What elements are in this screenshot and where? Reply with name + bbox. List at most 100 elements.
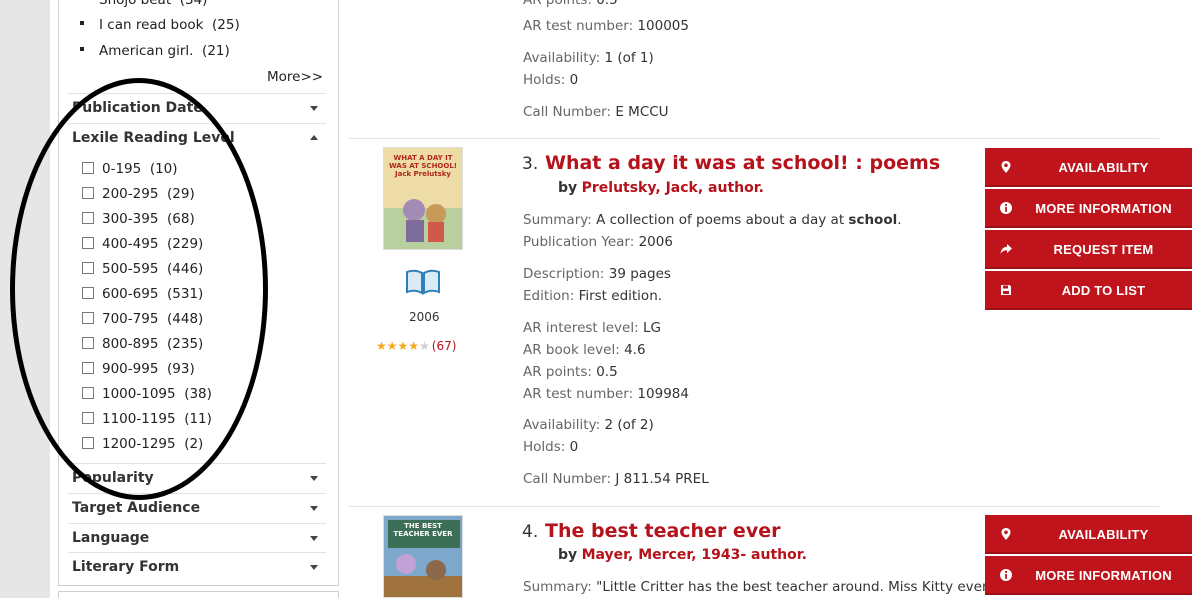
call-number: Call Number: J 811.54 PREL bbox=[523, 471, 709, 487]
caret-down-icon bbox=[310, 536, 318, 541]
holds-count: Holds: 0 bbox=[523, 72, 579, 88]
lexile-level-option[interactable]: 300-395 (68) bbox=[82, 210, 195, 228]
facet-language[interactable]: Language bbox=[68, 523, 326, 553]
lexile-level-option[interactable]: 200-295 (29) bbox=[82, 185, 195, 203]
lexile-count: (38) bbox=[184, 386, 212, 402]
caret-down-icon bbox=[310, 106, 318, 111]
book-cover-image[interactable]: THE BEST TEACHER EVER bbox=[383, 515, 463, 598]
checkbox[interactable] bbox=[82, 387, 94, 399]
facet-publication-date[interactable]: Publication Date bbox=[68, 93, 326, 123]
result-title-link[interactable]: The best teacher ever bbox=[545, 520, 780, 542]
more-link[interactable]: More>> bbox=[267, 69, 323, 85]
checkbox[interactable] bbox=[82, 287, 94, 299]
checkbox[interactable] bbox=[82, 362, 94, 374]
lexile-count: (448) bbox=[167, 311, 204, 327]
byline: by Mayer, Mercer, 1943- author. bbox=[558, 547, 807, 563]
request-item-button[interactable]: REQUEST ITEM bbox=[985, 230, 1192, 269]
lexile-count: (93) bbox=[167, 361, 195, 377]
list-bullet bbox=[80, 47, 84, 51]
lexile-count: (229) bbox=[167, 236, 204, 252]
availability-button[interactable]: AVAILABILITY bbox=[985, 515, 1192, 554]
lexile-level-option[interactable]: 0-195 (10) bbox=[82, 160, 178, 178]
lexile-count: (68) bbox=[167, 211, 195, 227]
result-number: 3. bbox=[522, 154, 539, 174]
checkbox[interactable] bbox=[82, 212, 94, 224]
lexile-range-label: 0-195 bbox=[102, 161, 142, 177]
checkbox[interactable] bbox=[82, 412, 94, 424]
ar-test-number: AR test number: 100005 bbox=[523, 18, 689, 34]
save-icon bbox=[1001, 285, 1011, 295]
checkbox[interactable] bbox=[82, 162, 94, 174]
star-rating[interactable]: ★★★★★ (67) bbox=[376, 339, 456, 353]
caret-down-icon bbox=[310, 476, 318, 481]
checkbox[interactable] bbox=[82, 312, 94, 324]
result-divider bbox=[349, 138, 1159, 139]
facet-lexile-reading-level[interactable]: Lexile Reading Level bbox=[68, 123, 326, 153]
series-facet-item[interactable]: American girl. (21) bbox=[80, 43, 230, 59]
lexile-level-option[interactable]: 800-895 (235) bbox=[82, 335, 203, 353]
result-number: 4. bbox=[522, 522, 539, 542]
lexile-range-label: 1100-1195 bbox=[102, 411, 176, 427]
rating-count: (67) bbox=[431, 339, 457, 353]
lexile-count: (531) bbox=[167, 286, 204, 302]
caret-down-icon bbox=[310, 565, 318, 570]
byline: by Prelutsky, Jack, author. bbox=[558, 180, 764, 196]
lexile-range-label: 1000-1095 bbox=[102, 386, 176, 402]
checkbox[interactable] bbox=[82, 337, 94, 349]
lexile-range-label: 700-795 bbox=[102, 311, 159, 327]
facet-popularity[interactable]: Popularity bbox=[68, 463, 326, 493]
ar-test-number: AR test number: 109984 bbox=[523, 386, 689, 402]
ar-interest-level: AR interest level: LG bbox=[523, 320, 661, 336]
list-bullet bbox=[80, 21, 84, 25]
availability-status: Availability: 2 (of 2) bbox=[523, 417, 654, 433]
lexile-level-option[interactable]: 400-495 (229) bbox=[82, 235, 203, 253]
format-year: 2006 bbox=[409, 310, 440, 324]
lexile-count: (29) bbox=[167, 186, 195, 202]
book-cover-image[interactable]: WHAT A DAY IT WAS AT SCHOOL! Jack Prelut… bbox=[383, 147, 463, 250]
lexile-range-label: 900-995 bbox=[102, 361, 159, 377]
lexile-level-option[interactable]: 900-995 (93) bbox=[82, 360, 195, 378]
page-gutter bbox=[0, 0, 50, 598]
more-information-button[interactable]: MORE INFORMATION bbox=[985, 556, 1192, 595]
checkbox[interactable] bbox=[82, 437, 94, 449]
more-information-button[interactable]: MORE INFORMATION bbox=[985, 189, 1192, 228]
lexile-level-option[interactable]: 1100-1195 (11) bbox=[82, 410, 212, 428]
series-facet-item[interactable]: Shojo beat (34) bbox=[80, 0, 207, 8]
lexile-range-label: 600-695 bbox=[102, 286, 159, 302]
info-icon bbox=[1000, 202, 1012, 214]
lexile-range-label: 800-895 bbox=[102, 336, 159, 352]
lexile-range-label: 200-295 bbox=[102, 186, 159, 202]
lexile-count: (11) bbox=[184, 411, 212, 427]
availability-button[interactable]: AVAILABILITY bbox=[985, 148, 1192, 187]
cover-text: WHAT A DAY IT WAS AT SCHOOL! Jack Prelut… bbox=[389, 154, 457, 178]
lexile-level-option[interactable]: 500-595 (446) bbox=[82, 260, 203, 278]
add-to-list-button[interactable]: ADD TO LIST bbox=[985, 271, 1192, 310]
lexile-range-label: 500-595 bbox=[102, 261, 159, 277]
lexile-range-label: 400-495 bbox=[102, 236, 159, 252]
checkbox[interactable] bbox=[82, 237, 94, 249]
lexile-range-label: 300-395 bbox=[102, 211, 159, 227]
result-title-link[interactable]: What a day it was at school! : poems bbox=[545, 152, 940, 174]
lexile-level-option[interactable]: 600-695 (531) bbox=[82, 285, 203, 303]
checkbox[interactable] bbox=[82, 262, 94, 274]
lexile-count: (446) bbox=[167, 261, 204, 277]
map-marker-icon bbox=[1001, 161, 1011, 173]
availability-status: Availability: 1 (of 1) bbox=[523, 50, 654, 66]
author-link[interactable]: Prelutsky, Jack, author. bbox=[582, 180, 764, 196]
holds-count: Holds: 0 bbox=[523, 439, 579, 455]
facet-literary-form[interactable]: Literary Form bbox=[68, 552, 326, 582]
lexile-level-option[interactable]: 700-795 (448) bbox=[82, 310, 203, 328]
lexile-count: (10) bbox=[149, 161, 178, 177]
edition: Edition: First edition. bbox=[523, 288, 663, 304]
series-facet-item[interactable]: I can read book (25) bbox=[80, 17, 240, 33]
call-number: Call Number: E MCCU bbox=[523, 104, 669, 120]
share-arrow-icon bbox=[1000, 244, 1012, 254]
lexile-count: (235) bbox=[167, 336, 204, 352]
lexile-range-label: 1200-1295 bbox=[102, 436, 176, 452]
caret-up-icon bbox=[310, 135, 318, 140]
lexile-level-option[interactable]: 1200-1295 (2) bbox=[82, 435, 203, 453]
checkbox[interactable] bbox=[82, 187, 94, 199]
facet-target-audience[interactable]: Target Audience bbox=[68, 493, 326, 523]
lexile-level-option[interactable]: 1000-1095 (38) bbox=[82, 385, 212, 403]
author-link[interactable]: Mayer, Mercer, 1943- author. bbox=[582, 547, 807, 563]
